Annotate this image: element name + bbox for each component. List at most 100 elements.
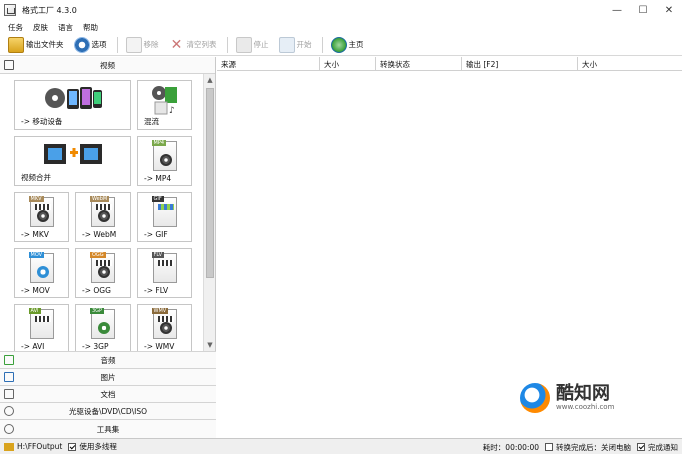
format-badge: FLV	[151, 252, 165, 258]
multithread-checkbox[interactable]	[68, 442, 77, 451]
tile-label: -> 移动设备	[21, 117, 63, 126]
remove-button[interactable]: 移除	[124, 36, 161, 54]
category-audio[interactable]: 音频	[0, 351, 216, 368]
toolbar-divider	[116, 36, 118, 53]
scroll-up-arrow-icon[interactable]: ▲	[204, 74, 216, 86]
clear-icon: ✕	[170, 36, 183, 53]
shutdown-label: 转换完成后：关闭电脑	[556, 442, 631, 452]
minimize-button[interactable]: —	[604, 0, 630, 20]
toolbar: 输出文件夹 选项 移除 ✕ 清空列表 停止 开始 主页	[0, 34, 682, 56]
status-bar: H:\FFOutput 使用多线程 耗时：00:00:00 转换完成后：关闭电脑…	[0, 438, 682, 454]
menu-task[interactable]: 任务	[8, 22, 23, 33]
format-badge: MP4	[151, 140, 167, 146]
column-output[interactable]: 输出 [F2]	[462, 57, 578, 71]
start-button[interactable]: 开始	[277, 36, 314, 54]
category-document-label: 文档	[100, 389, 116, 399]
home-button[interactable]: 主页	[329, 36, 366, 54]
maximize-button[interactable]: ☐	[630, 0, 656, 20]
tile-mp4[interactable]: MP4 -> MP4	[137, 136, 192, 186]
format-badge: OGG	[90, 252, 106, 258]
tile-3gp[interactable]: 3GP -> 3GP	[75, 304, 131, 351]
mobile-devices-icon	[44, 87, 102, 109]
multithread-label: 使用多线程	[79, 442, 117, 451]
category-image[interactable]: 图片	[0, 368, 216, 385]
globe-icon	[330, 36, 347, 53]
menu-skin[interactable]: 皮肤	[33, 22, 48, 33]
output-folder-icon	[4, 442, 14, 451]
category-document[interactable]: 文档	[0, 385, 216, 402]
output-path[interactable]: H:\FFOutput	[17, 442, 62, 451]
app-icon	[4, 4, 16, 16]
tile-label: 混流	[144, 117, 159, 126]
category-tools[interactable]: 工具集	[0, 419, 216, 438]
wmv-icon: WMV	[151, 308, 177, 339]
home-label: 主页	[348, 40, 364, 49]
tile-label: -> 3GP	[82, 342, 109, 351]
category-video[interactable]: 视频	[0, 57, 215, 74]
menu-help[interactable]: 帮助	[83, 22, 98, 33]
format-badge: GIF	[151, 196, 164, 202]
remove-label: 移除	[143, 40, 159, 49]
category-audio-label: 音频	[100, 355, 116, 365]
window-title: 格式工厂 4.3.0	[22, 5, 77, 15]
tile-webm[interactable]: WebM -> WebM	[75, 192, 131, 242]
category-disc[interactable]: 光驱设备\DVD\CD\ISO	[0, 402, 216, 419]
format-badge: MKV	[28, 196, 44, 202]
output-folder-button[interactable]: 输出文件夹	[6, 36, 66, 54]
stop-button[interactable]: 停止	[234, 36, 271, 54]
tile-label: -> OGG	[82, 286, 111, 295]
tile-label: -> WebM	[82, 230, 117, 239]
avi-icon: AVI	[28, 308, 54, 339]
tile-video-merge[interactable]: 视频合并	[14, 136, 131, 186]
watermark: 酷知网 www.coozhi.com	[520, 376, 660, 420]
mov-icon: MOV	[28, 252, 54, 283]
tiles-scrollbar[interactable]: ▲ ▼	[203, 74, 215, 351]
table-header: 来源 大小 转换状态 输出 [F2] 大小	[217, 57, 682, 71]
window-controls: — ☐ ✕	[604, 0, 682, 20]
tile-label: -> WMV	[144, 342, 175, 351]
column-status[interactable]: 转换状态	[376, 57, 462, 71]
menu-language[interactable]: 语言	[58, 22, 73, 33]
tile-label: 视频合并	[21, 173, 51, 182]
scroll-thumb[interactable]	[206, 88, 214, 278]
shutdown-checkbox[interactable]	[545, 443, 553, 451]
tile-ogg[interactable]: OGG -> OGG	[75, 248, 131, 298]
options-label: 选项	[91, 40, 107, 49]
column-output-size[interactable]: 大小	[578, 57, 682, 71]
format-badge: MOV	[28, 252, 45, 258]
tile-label: -> AVI	[21, 342, 45, 351]
tile-mux[interactable]: ♪ 混流	[137, 80, 192, 130]
title-bar: 格式工厂 4.3.0 — ☐ ✕	[0, 0, 682, 20]
notify-checkbox[interactable]	[637, 443, 645, 451]
tile-label: -> GIF	[144, 230, 168, 239]
status-right: 耗时：00:00:00 转换完成后：关闭电脑 完成通知	[483, 439, 678, 454]
tile-mkv[interactable]: MKV -> MKV	[14, 192, 69, 242]
left-panel: 视频 -> 移动设备 ♪ 混流 视频合并 MP4 -> MP4 MKV -> M…	[0, 57, 216, 438]
tile-mobile-devices[interactable]: -> 移动设备	[14, 80, 131, 130]
scroll-down-arrow-icon[interactable]: ▼	[204, 339, 216, 351]
tile-gif[interactable]: GIF -> GIF	[137, 192, 192, 242]
category-disc-label: 光驱设备\DVD\CD\ISO	[68, 406, 148, 416]
watermark-title: 酷知网	[556, 383, 610, 404]
tile-avi[interactable]: AVI -> AVI	[14, 304, 69, 351]
category-image-label: 图片	[100, 372, 116, 382]
tile-label: -> MOV	[21, 286, 50, 295]
close-button[interactable]: ✕	[656, 0, 682, 20]
tile-mov[interactable]: MOV -> MOV	[14, 248, 69, 298]
tile-wmv[interactable]: WMV -> WMV	[137, 304, 192, 351]
toolbar-divider	[321, 36, 323, 53]
options-button[interactable]: 选项	[72, 36, 109, 54]
webm-icon: WebM	[90, 196, 115, 227]
clear-list-button[interactable]: ✕ 清空列表	[167, 36, 219, 54]
category-tools-label: 工具集	[96, 424, 120, 434]
flv-icon: FLV	[151, 252, 177, 283]
stop-icon	[235, 36, 252, 53]
format-badge: WMV	[151, 308, 169, 314]
column-size[interactable]: 大小	[320, 57, 376, 71]
format-badge: AVI	[28, 308, 41, 314]
watermark-text: 酷知网 www.coozhi.com	[556, 383, 614, 412]
stop-label: 停止	[253, 40, 269, 49]
tile-flv[interactable]: FLV -> FLV	[137, 248, 192, 298]
start-icon	[278, 36, 295, 53]
column-source[interactable]: 来源	[217, 57, 320, 71]
